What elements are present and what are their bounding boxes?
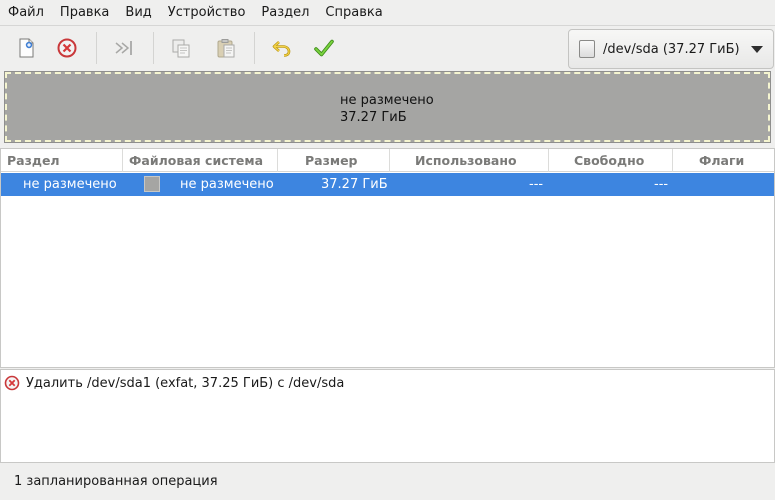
delete-partition-button[interactable] xyxy=(51,33,83,63)
table-row[interactable]: не размечено не размечено 37.27 ГиБ --- … xyxy=(1,173,774,196)
column-header-used[interactable]: Использовано xyxy=(390,149,549,172)
menu-device[interactable]: Устройство xyxy=(160,0,254,25)
cell-used: --- xyxy=(529,177,544,192)
menu-view[interactable]: Вид xyxy=(117,0,159,25)
column-header-filesystem[interactable]: Файловая система xyxy=(123,149,278,172)
undo-arrow-icon xyxy=(272,41,291,57)
new-partition-button[interactable] xyxy=(10,33,42,63)
column-header-size[interactable]: Размер xyxy=(278,149,390,172)
partition-map-name: не размечено xyxy=(340,93,434,108)
toolbar-separator xyxy=(153,32,154,64)
partition-map-unallocated[interactable]: не размечено 37.27 ГиБ xyxy=(4,71,771,143)
chevron-down-icon xyxy=(751,45,763,53)
menubar: Файл Правка Вид Устройство Раздел Справк… xyxy=(0,0,775,25)
menu-partition[interactable]: Раздел xyxy=(253,0,317,25)
cell-partition: не размечено xyxy=(23,177,117,192)
pending-operations-list: Удалить /dev/sda1 (exfat, 37.25 ГиБ) с /… xyxy=(0,369,775,463)
resize-move-button[interactable] xyxy=(108,33,140,63)
delete-circle-icon xyxy=(4,375,20,391)
toolbar-separator xyxy=(254,32,255,64)
cell-filesystem: не размечено xyxy=(180,177,274,192)
menu-file[interactable]: Файл xyxy=(0,0,52,25)
cell-free: --- xyxy=(654,177,669,192)
undo-button[interactable] xyxy=(266,33,298,63)
cell-size: 37.27 ГиБ xyxy=(321,177,388,192)
column-header-free[interactable]: Свободно xyxy=(549,149,673,172)
status-bar: 1 запланированная операция xyxy=(14,474,218,489)
column-header-flags[interactable]: Флаги xyxy=(673,149,774,172)
delete-circle-icon xyxy=(57,38,77,58)
list-item[interactable]: Удалить /dev/sda1 (exfat, 37.25 ГиБ) с /… xyxy=(4,374,344,392)
menu-help[interactable]: Справка xyxy=(317,0,390,25)
device-selector[interactable]: /dev/sda (37.27 ГиБ) xyxy=(568,29,774,69)
partition-map-label: не размечено 37.27 ГиБ xyxy=(340,92,434,126)
disk-drive-icon xyxy=(579,40,595,58)
paste-button[interactable] xyxy=(210,33,242,63)
resize-arrow-icon xyxy=(115,41,132,55)
checkmark-icon xyxy=(314,39,334,57)
menu-edit[interactable]: Правка xyxy=(52,0,117,25)
copy-icon xyxy=(172,39,190,58)
toolbar-separator xyxy=(96,32,97,64)
partition-map-size: 37.27 ГиБ xyxy=(340,110,407,125)
filesystem-color-swatch xyxy=(144,176,160,192)
table-header: Раздел Файловая система Размер Использов… xyxy=(1,149,774,172)
copy-button[interactable] xyxy=(165,33,197,63)
toolbar: /dev/sda (37.27 ГиБ) xyxy=(0,25,775,70)
column-header-partition[interactable]: Раздел xyxy=(1,149,123,172)
apply-button[interactable] xyxy=(308,33,340,63)
new-document-icon xyxy=(19,38,34,58)
operation-text: Удалить /dev/sda1 (exfat, 37.25 ГиБ) с /… xyxy=(26,375,345,391)
device-selector-label: /dev/sda (37.27 ГиБ) xyxy=(603,41,740,57)
partition-table: Раздел Файловая система Размер Использов… xyxy=(0,148,775,368)
paste-icon xyxy=(217,39,235,58)
